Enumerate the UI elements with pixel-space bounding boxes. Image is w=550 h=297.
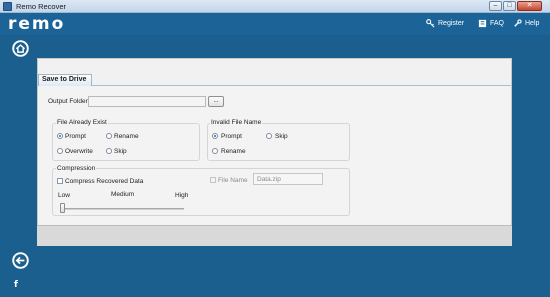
- ifn-skip-label: Skip: [275, 133, 288, 140]
- maximize-button[interactable]: □: [503, 1, 516, 11]
- ifn-prompt-label: Prompt: [221, 133, 242, 140]
- output-folder-input[interactable]: [88, 96, 206, 107]
- invalid-file-name-group: [207, 123, 350, 161]
- register-label: Register: [438, 20, 465, 27]
- close-button[interactable]: ✕: [517, 1, 542, 11]
- fae-skip-radio[interactable]: [106, 148, 112, 154]
- app-header: remo Register FAQ Help: [0, 13, 550, 35]
- fae-skip-label: Skip: [114, 148, 127, 155]
- fae-prompt-label: Prompt: [65, 133, 86, 140]
- home-icon[interactable]: [12, 40, 29, 57]
- ifn-rename-label: Rename: [221, 148, 246, 155]
- compression-high-label: High: [175, 192, 189, 199]
- minimize-button[interactable]: –: [489, 1, 502, 11]
- invalid-file-name-title: Invalid File Name: [210, 119, 263, 126]
- ifn-rename-radio[interactable]: [212, 148, 218, 154]
- compress-checkbox[interactable]: [57, 178, 63, 184]
- faq-link[interactable]: FAQ: [478, 19, 504, 28]
- browse-button[interactable]: ...: [208, 96, 224, 107]
- file-name-checkbox[interactable]: [210, 177, 216, 183]
- tab-strip: Save to Drive: [38, 72, 511, 86]
- file-already-exist-group: [52, 123, 200, 161]
- output-folder-label: Output Folder: [48, 98, 88, 105]
- facebook-icon[interactable]: f: [14, 280, 18, 290]
- tab-save-to-drive[interactable]: Save to Drive: [38, 74, 92, 86]
- register-link[interactable]: Register: [426, 19, 464, 28]
- file-name-label: File Name: [218, 177, 248, 184]
- panel-footer: [37, 225, 512, 246]
- title-bar: Remo Recover – □ ✕: [0, 0, 550, 13]
- remo-logo: remo: [8, 14, 66, 34]
- compression-slider-track[interactable]: [60, 208, 184, 210]
- fae-overwrite-radio[interactable]: [57, 148, 63, 154]
- fae-rename-radio[interactable]: [106, 133, 112, 139]
- fae-overwrite-label: Overwrite: [65, 148, 93, 155]
- compression-low-label: Low: [58, 192, 70, 199]
- faq-label: FAQ: [490, 20, 505, 27]
- fae-prompt-radio[interactable]: [57, 133, 63, 139]
- back-arrow-icon[interactable]: [12, 252, 29, 269]
- file-name-input[interactable]: Data.zip: [253, 173, 323, 185]
- ifn-prompt-radio[interactable]: [212, 133, 218, 139]
- compression-title: Compression: [56, 165, 97, 172]
- compress-label: Compress Recovered Data: [65, 178, 144, 185]
- key-icon: [426, 19, 435, 28]
- fae-rename-label: Rename: [114, 133, 139, 140]
- ifn-skip-radio[interactable]: [266, 133, 272, 139]
- window-title: Remo Recover: [16, 2, 67, 11]
- app-icon: [3, 2, 12, 11]
- compression-medium-label: Medium: [111, 191, 135, 198]
- help-link[interactable]: Help: [513, 19, 539, 28]
- wrench-icon: [514, 19, 522, 27]
- help-label: Help: [525, 20, 540, 27]
- file-already-exist-title: File Already Exist: [56, 119, 108, 126]
- compression-slider-thumb[interactable]: [60, 203, 65, 213]
- faq-icon: [478, 19, 487, 28]
